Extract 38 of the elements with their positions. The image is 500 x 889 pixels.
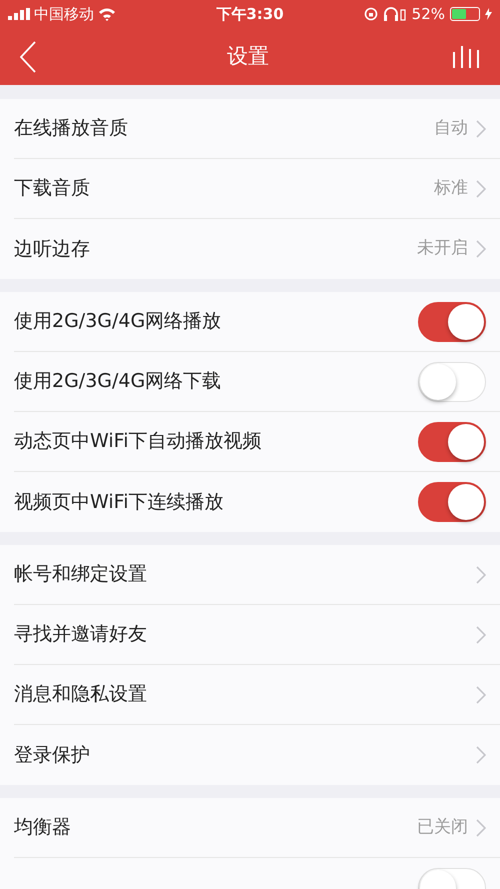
rotation-lock-icon [364,7,378,21]
chevron-icon [476,566,486,584]
setting-label[interactable]: 帐号和绑定设置 [14,560,147,589]
setting-value: 标准 [434,176,468,200]
setting-label[interactable]: 视频页中WiFi下连续播放 [14,488,224,516]
chevron-icon [476,180,486,198]
setting-label[interactable]: 使用2G/3G/4G网络播放 [14,307,222,336]
setting-label[interactable]: 寻找并邀请好友 [14,620,147,649]
setting-label[interactable]: 消息和隐私设置 [14,680,147,709]
page-title: 设置 [227,42,269,70]
toggle-switch[interactable] [418,482,486,522]
status-time: 下午3:30 [216,4,284,25]
chevron-icon [476,120,486,138]
toggle-switch[interactable] [418,302,486,342]
setting-label[interactable]: 使用2G/3G/4G网络下载 [14,367,222,396]
battery-icon [450,7,480,21]
setting-label[interactable]: 动态页中WiFi下自动播放视频 [14,427,262,456]
setting-value: 已关闭 [417,816,468,839]
chevron-icon [476,240,486,258]
setting-label[interactable]: 在线播放音质 [14,114,128,143]
equalizer-icon[interactable] [452,46,480,68]
setting-label[interactable]: 均衡器 [14,813,71,842]
carrier-name: 中国移动 [34,4,94,25]
chevron-icon [476,746,486,764]
battery-percent: 52% [412,4,445,25]
charging-icon [485,8,492,20]
chevron-icon [476,818,486,836]
setting-label[interactable]: 下载音质 [14,174,90,203]
headphones-icon [382,7,407,21]
chevron-icon [476,686,486,704]
toggle-switch[interactable] [418,422,486,462]
setting-label[interactable]: 登录保护 [14,740,90,770]
setting-label[interactable]: 边听边存 [14,234,90,264]
signal-icon [8,8,30,20]
wifi-icon [98,7,116,21]
chevron-icon [476,626,486,644]
setting-value: 未开启 [417,237,468,260]
setting-value: 自动 [434,116,468,140]
